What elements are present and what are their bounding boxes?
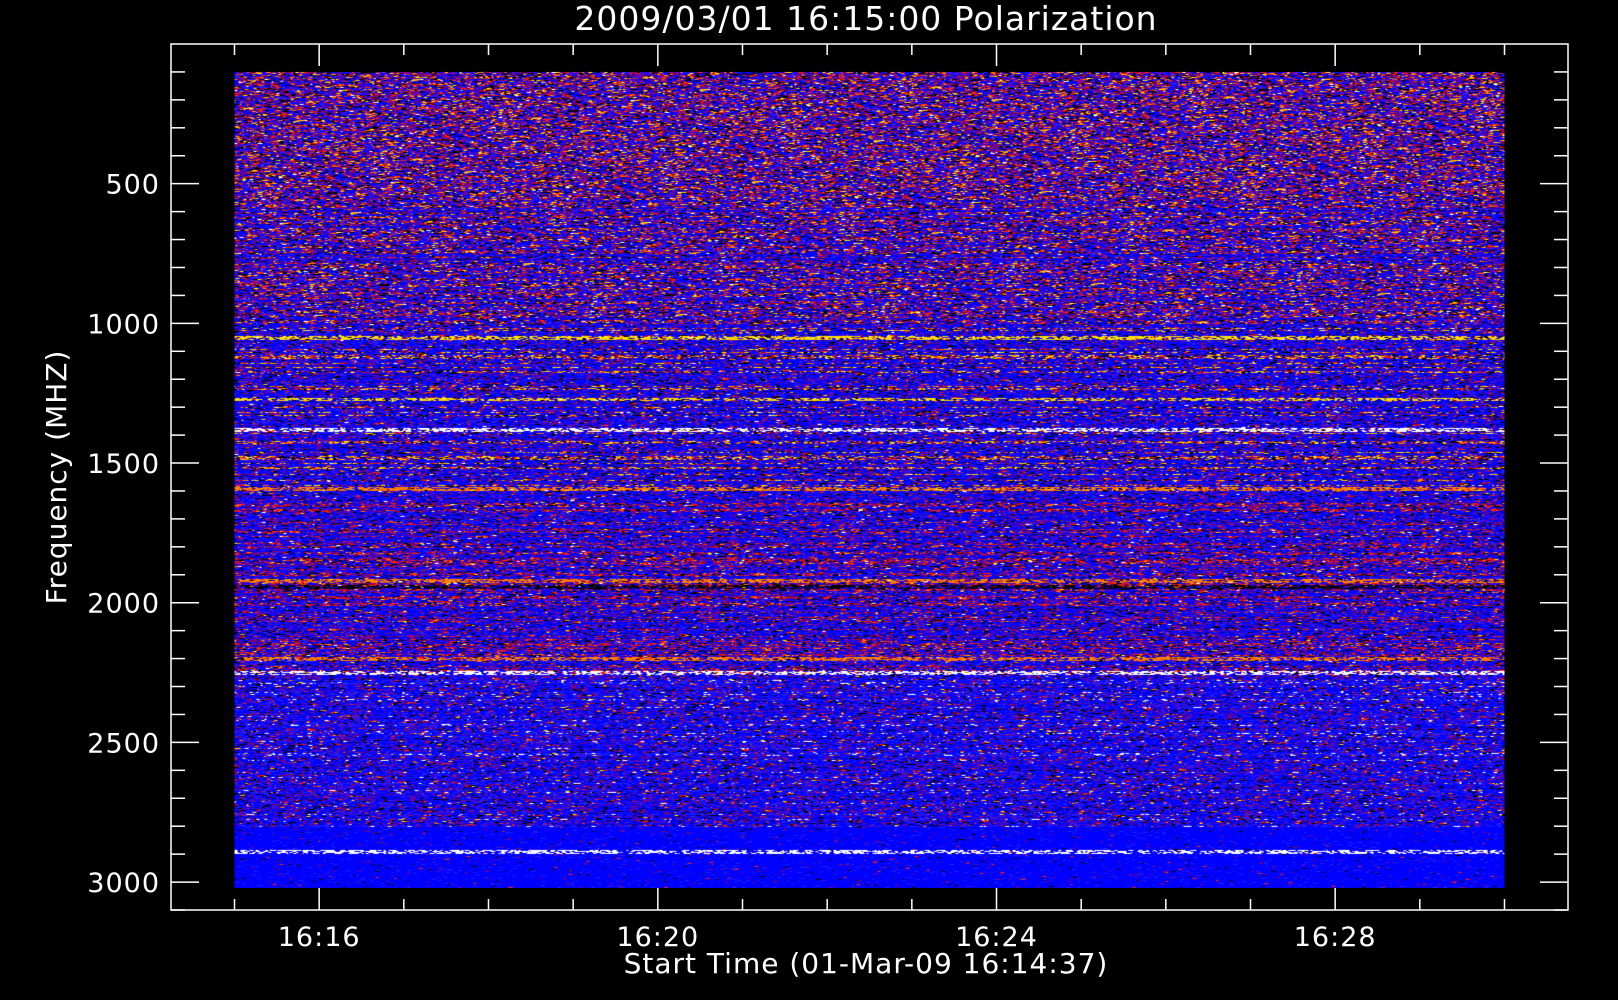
- dynamic-spectrum-chart: 2009/03/01 16:15:00 Polarization 16:16 16…: [0, 0, 1618, 1000]
- chart-title: 2009/03/01 16:15:00 Polarization: [574, 0, 1157, 38]
- y-tick-label: 3000: [87, 868, 160, 899]
- y-tick-label: 500: [105, 170, 160, 201]
- y-tick-label: 1500: [87, 449, 160, 480]
- x-axis-label: Start Time (01-Mar-09 16:14:37): [624, 947, 1109, 980]
- y-tick-label: 2000: [87, 589, 160, 620]
- spectrogram-raster: [234, 71, 1505, 888]
- y-axis-label: Frequency (MHZ): [40, 350, 73, 605]
- y-tick-label: 1000: [87, 309, 160, 340]
- spectrogram-heatmap: [234, 71, 1505, 888]
- x-tick-label: 16:16: [278, 922, 361, 953]
- y-tick-label: 2500: [87, 728, 160, 759]
- x-tick-label: 16:28: [1294, 922, 1377, 953]
